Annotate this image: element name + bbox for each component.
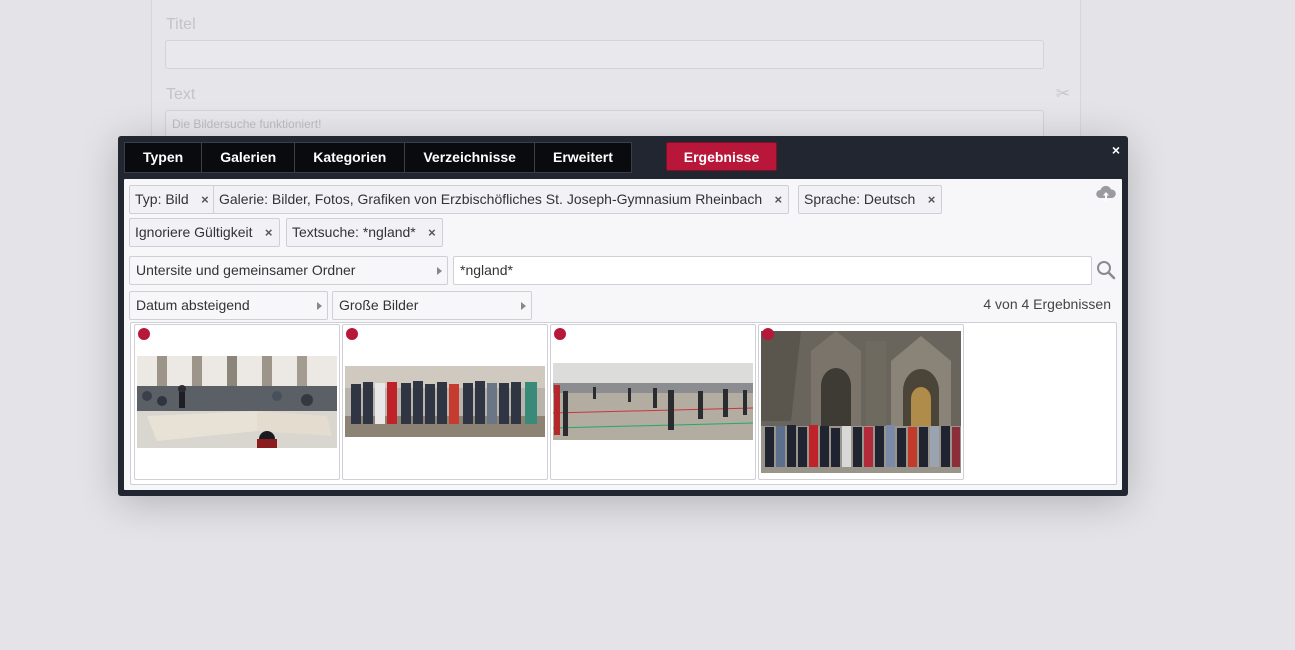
scissors-icon[interactable]: ✂ (1056, 84, 1070, 104)
result-count: 4 von 4 Ergebnissen (983, 296, 1111, 312)
filter-chip-label: Ignoriere Gültigkeit (135, 224, 253, 240)
size-select-value: Große Bilder (339, 297, 419, 313)
cloud-upload-icon[interactable] (1096, 185, 1116, 208)
filter-chip-label: Galerie: Bilder, Fotos, Grafiken von Erz… (219, 191, 763, 207)
result-thumbnail (137, 356, 337, 448)
remove-filter-icon[interactable]: × (775, 186, 783, 213)
size-select[interactable]: Große Bilder (332, 291, 532, 320)
remove-filter-icon[interactable]: × (428, 219, 436, 246)
image-search-dialog: Typen Galerien Kategorien Verzeichnisse … (118, 136, 1128, 496)
result-card[interactable] (134, 324, 340, 480)
result-thumbnail (553, 363, 753, 440)
chevron-right-icon (317, 302, 322, 310)
filter-chip-label: Sprache: Deutsch (804, 191, 916, 207)
result-thumbnail (761, 331, 961, 473)
status-dot (346, 328, 358, 340)
search-icon[interactable] (1096, 260, 1116, 285)
status-dot (138, 328, 150, 340)
result-card[interactable] (342, 324, 548, 480)
scope-select-value: Untersite und gemeinsamer Ordner (136, 262, 356, 278)
search-input[interactable]: *ngland* (453, 256, 1092, 285)
remove-filter-icon[interactable]: × (928, 186, 936, 213)
title-input[interactable] (165, 40, 1044, 69)
sort-select-value: Datum absteigend (136, 297, 250, 313)
close-icon[interactable]: × (1112, 142, 1120, 158)
filter-chip-label: Typ: Bild (135, 191, 189, 207)
filter-chip-validity: Ignoriere Gültigkeit × (129, 218, 280, 247)
background-form: Titel Text ✂ Die Bildersuche funktionier… (151, 0, 1081, 151)
result-thumbnail (345, 366, 545, 437)
remove-filter-icon[interactable]: × (201, 186, 209, 213)
scope-select[interactable]: Untersite und gemeinsamer Ordner (129, 256, 448, 285)
title-label: Titel (166, 16, 196, 33)
results-button[interactable]: Ergebnisse (666, 142, 777, 171)
sort-select[interactable]: Datum absteigend (129, 291, 328, 320)
tab-galerien[interactable]: Galerien (202, 143, 296, 172)
tab-verzeichnisse[interactable]: Verzeichnisse (405, 143, 535, 172)
status-dot (554, 328, 566, 340)
filter-chip-textsearch: Textsuche: *ngland* × (286, 218, 443, 247)
text-label: Text (166, 86, 196, 103)
chevron-right-icon (437, 267, 442, 275)
tab-kategorien[interactable]: Kategorien (295, 143, 406, 172)
chevron-right-icon (521, 302, 526, 310)
filter-chip-gallery: Galerie: Bilder, Fotos, Grafiken von Erz… (213, 185, 790, 214)
result-card[interactable] (550, 324, 756, 480)
results-panel: Typ: Bild × Galerie: Bilder, Fotos, Graf… (124, 179, 1122, 490)
result-card[interactable] (758, 324, 964, 480)
status-dot (762, 328, 774, 340)
filter-chip-language: Sprache: Deutsch × (798, 185, 943, 214)
filter-chip-type: Typ: Bild × (129, 185, 216, 214)
tab-bar: Typen Galerien Kategorien Verzeichnisse … (124, 142, 632, 173)
filter-chip-label: Textsuche: *ngland* (292, 224, 416, 240)
tab-erweitert[interactable]: Erweitert (535, 143, 631, 172)
results-grid (130, 322, 1117, 485)
remove-filter-icon[interactable]: × (265, 219, 273, 246)
tab-typen[interactable]: Typen (125, 143, 203, 172)
